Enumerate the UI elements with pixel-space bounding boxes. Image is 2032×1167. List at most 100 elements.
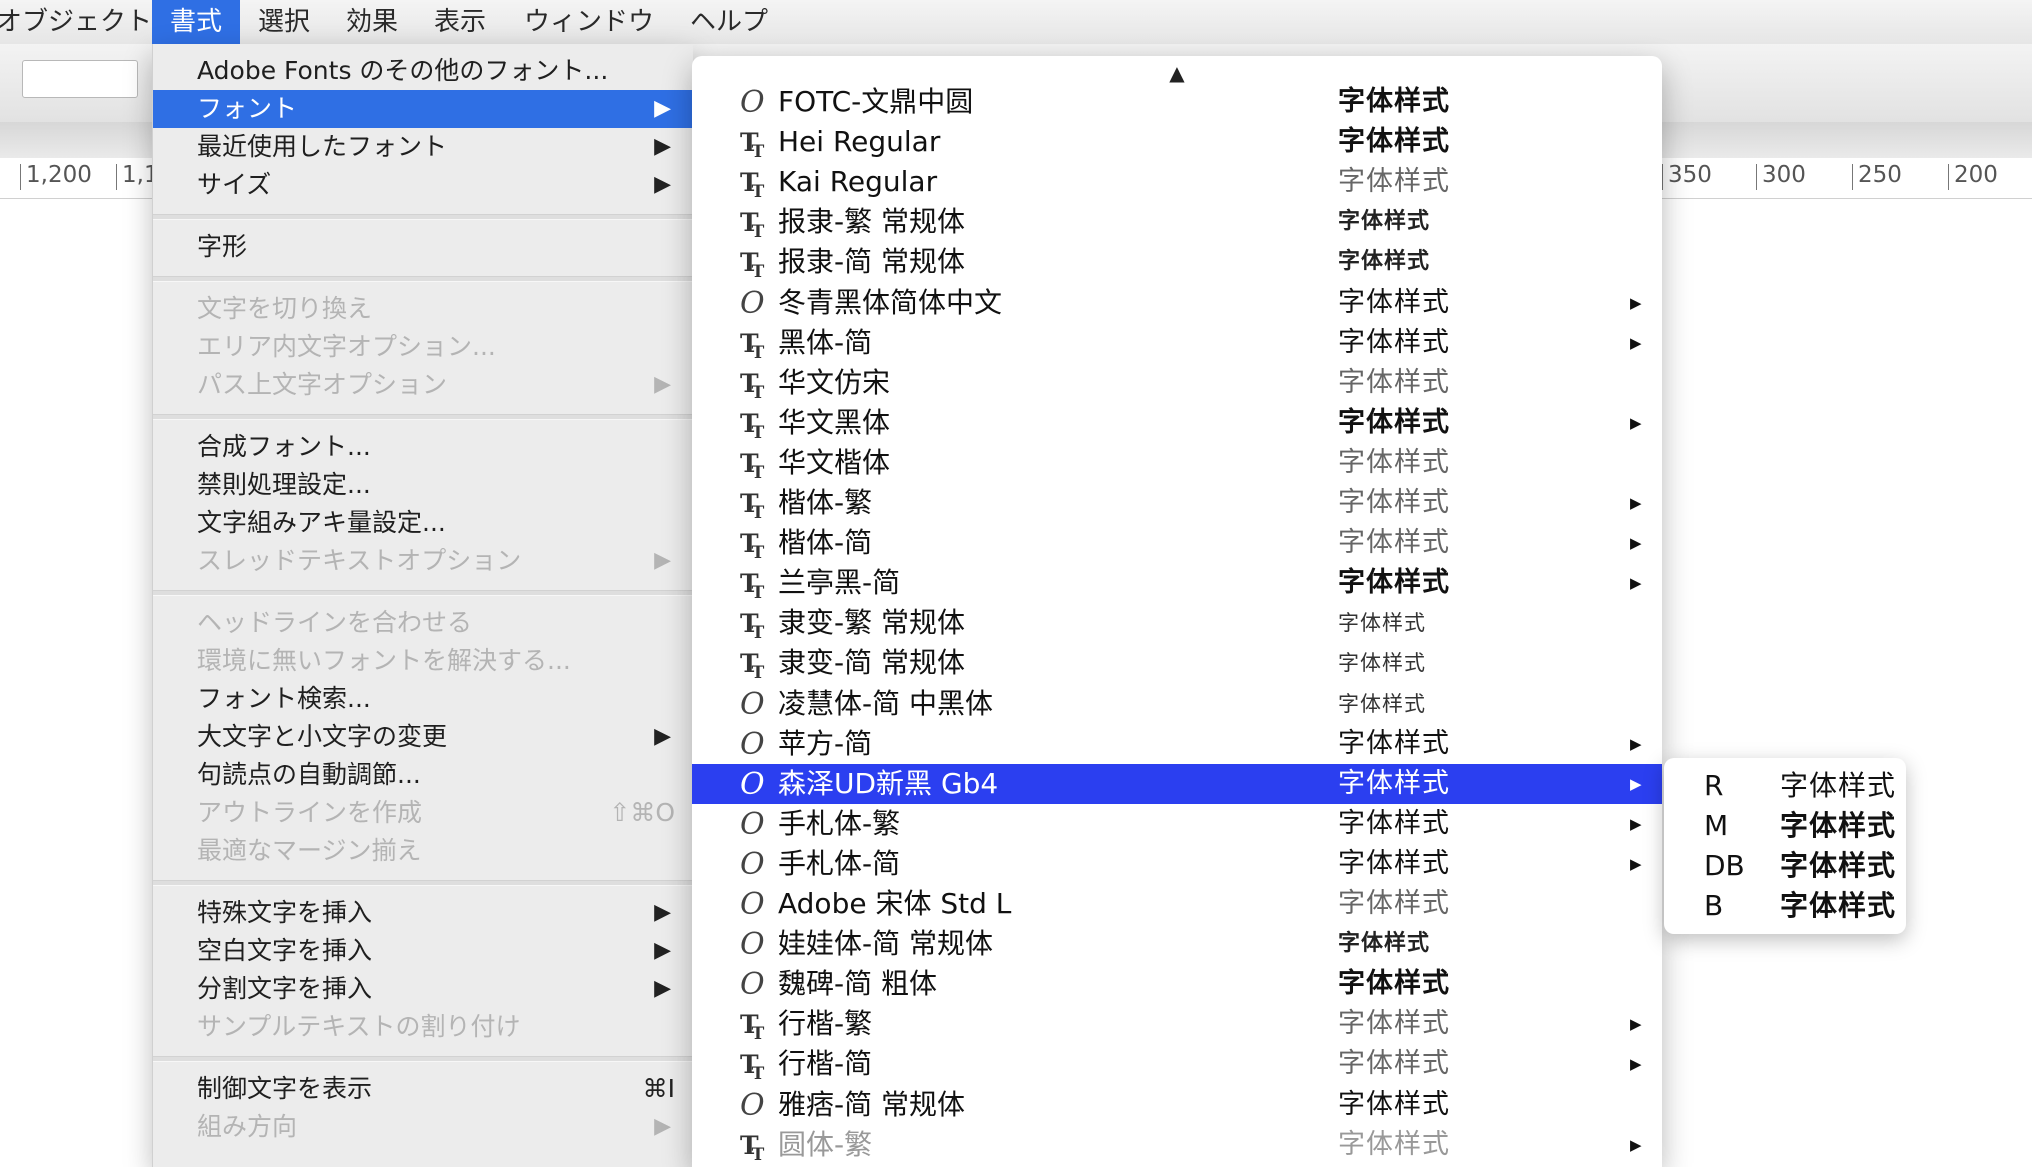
font-name: 黑体-简	[778, 325, 873, 359]
font-item[interactable]: TT 隶变-简 常规体 字体样式	[692, 643, 1662, 683]
ruler-label: 300	[1756, 162, 1806, 190]
truetype-font-icon: TT	[740, 328, 764, 363]
font-item[interactable]: TT 行楷-繁 字体样式 ▶	[692, 1004, 1662, 1044]
font-sample: 字体样式	[1338, 126, 1450, 158]
menu-item-adobe-fonts[interactable]: Adobe Fonts のその他のフォント...	[153, 52, 693, 90]
font-style-sample: 字体样式	[1780, 889, 1897, 922]
truetype-font-icon: TT	[740, 569, 764, 604]
font-item[interactable]: TT 圆体-繁 字体样式 ▶	[692, 1125, 1662, 1165]
menu-view[interactable]: 表示	[416, 0, 504, 44]
opentype-font-icon: O	[740, 967, 765, 1003]
font-sample: 字体样式	[1338, 727, 1450, 759]
menu-item-find-font[interactable]: フォント検索...	[153, 680, 693, 718]
font-item[interactable]: TT Hei Regular 字体样式	[692, 122, 1662, 162]
submenu-arrow-icon: ▶	[1630, 814, 1642, 833]
font-item[interactable]: O 雅痞-简 常规体 字体样式	[692, 1085, 1662, 1125]
submenu-arrow-icon: ▶	[1630, 333, 1642, 352]
menu-item-font[interactable]: フォント ▶	[153, 90, 693, 128]
menu-type[interactable]: 書式	[152, 0, 241, 44]
menu-item-mojikumi-settings[interactable]: 文字組みアキ量設定...	[153, 504, 693, 542]
font-item[interactable]: O 凌慧体-简 中黑体 字体样式	[692, 684, 1662, 724]
menu-item-size[interactable]: サイズ ▶	[153, 166, 693, 204]
menu-item-create-outlines: アウトラインを作成 ⇧⌘O	[153, 794, 693, 832]
menu-item-insert-whitespace[interactable]: 空白文字を挿入 ▶	[153, 932, 693, 970]
menu-item-show-hidden-characters[interactable]: 制御文字を表示 ⌘I	[153, 1070, 693, 1108]
font-item[interactable]: O 娃娃体-简 常规体 字体样式	[692, 924, 1662, 964]
font-name: 森泽UD新黑 Gb4	[778, 766, 999, 800]
font-style-sample: 字体样式	[1780, 849, 1897, 882]
truetype-font-icon: TT	[740, 529, 764, 564]
font-style-sample: 字体样式	[1780, 809, 1897, 842]
font-name: Hei Regular	[778, 125, 941, 159]
font-item[interactable]: TT 华文仿宋 字体样式	[692, 363, 1662, 403]
font-style-item[interactable]: M 字体样式	[1664, 806, 1906, 846]
font-name: 楷体-简	[778, 526, 873, 560]
font-item[interactable]: TT 华文黑体 字体样式 ▶	[692, 403, 1662, 443]
font-item[interactable]: O 魏碑-简 粗体 字体样式	[692, 964, 1662, 1004]
menu-item-glyphs[interactable]: 字形	[153, 228, 693, 266]
menu-window[interactable]: ウィンドウ	[506, 0, 672, 44]
shortcut-label: ⇧⌘O	[609, 798, 675, 827]
submenu-arrow-icon: ▶	[1630, 574, 1642, 593]
control-bar-field[interactable]	[22, 60, 138, 98]
font-name: 雅痞-简 常规体	[778, 1087, 966, 1121]
menu-separator	[153, 276, 693, 282]
font-style-item[interactable]: B 字体样式	[1664, 886, 1906, 926]
font-item[interactable]: TT Kai Regular 字体样式	[692, 162, 1662, 202]
font-name: 苹方-简	[778, 726, 873, 760]
font-sample: 字体样式	[1338, 86, 1450, 117]
menu-help[interactable]: ヘルプ	[672, 0, 786, 44]
font-name: 魏碑-简 粗体	[778, 967, 938, 1001]
menu-item-insert-break[interactable]: 分割文字を挿入 ▶	[153, 970, 693, 1008]
submenu-arrow-icon: ▶	[1630, 494, 1642, 512]
truetype-font-icon: TT	[740, 128, 764, 163]
font-item[interactable]: O 苹方-简 字体样式 ▶	[692, 724, 1662, 764]
menu-effect[interactable]: 効果	[328, 0, 416, 44]
font-item[interactable]: O 手札体-繁 字体样式 ▶	[692, 804, 1662, 844]
font-item[interactable]: TT 行楷-简 字体样式 ▶	[692, 1044, 1662, 1084]
font-name: Adobe 宋体 Std L	[778, 887, 1012, 920]
font-item[interactable]: O 手札体-简 字体样式 ▶	[692, 844, 1662, 884]
font-item[interactable]: TT 隶变-繁 常规体 字体样式	[692, 603, 1662, 643]
menu-item-composite-fonts[interactable]: 合成フォント...	[153, 428, 693, 466]
font-name: 冬青黑体简体中文	[778, 285, 1003, 319]
ruler-label: 200	[1948, 162, 1998, 190]
menu-select[interactable]: 選択	[240, 0, 328, 44]
submenu-arrow-icon: ▶	[1630, 734, 1642, 753]
font-name: 报隶-繁 常规体	[778, 205, 966, 239]
menu-separator	[153, 214, 693, 220]
font-sample: 字体样式	[1338, 406, 1450, 438]
menu-item-area-type-options: エリア内文字オプション...	[197, 332, 496, 361]
font-style-item[interactable]: DB 字体样式	[1664, 846, 1906, 886]
font-item[interactable]: O FOTC-文鼎中圆 字体样式	[692, 82, 1662, 122]
opentype-font-icon: O	[740, 726, 765, 762]
font-item[interactable]: TT 兰亭黑-简 字体样式 ▶	[692, 563, 1662, 603]
font-item[interactable]: TT 报隶-繁 常规体 字体样式	[692, 202, 1662, 242]
truetype-font-icon: TT	[740, 368, 764, 403]
opentype-font-icon: O	[740, 686, 765, 722]
font-item-selected[interactable]: O 森泽UD新黑 Gb4 字体样式 ▶	[692, 763, 1662, 804]
menu-item-change-case[interactable]: 大文字と小文字の変更 ▶	[153, 718, 693, 756]
menu-item-smart-punctuation[interactable]: 句読点の自動調節...	[153, 756, 693, 794]
menu-item-recent-fonts[interactable]: 最近使用したフォント ▶	[153, 128, 693, 166]
menu-item-insert-special-character[interactable]: 特殊文字を挿入 ▶	[153, 894, 693, 932]
font-style-name: DB	[1704, 849, 1745, 882]
menu-object[interactable]: オブジェクト	[0, 0, 170, 44]
truetype-font-icon: TT	[740, 208, 764, 243]
font-item[interactable]: TT 黑体-简 字体样式 ▶	[692, 323, 1662, 363]
menu-separator	[153, 590, 693, 596]
font-item[interactable]: TT 楷体-繁 字体样式 ▶	[692, 483, 1662, 523]
font-style-item[interactable]: R 字体样式	[1664, 766, 1906, 806]
menu-separator	[153, 1056, 693, 1062]
menu-item-threaded-text-options: スレッドテキストオプション ▶	[153, 542, 693, 580]
font-sample: 字体样式	[1338, 691, 1426, 716]
font-item[interactable]: O Adobe 宋体 Std L 字体样式	[692, 884, 1662, 924]
ruler-label: 250	[1852, 162, 1902, 190]
font-sample: 字体样式	[1338, 847, 1450, 879]
font-item[interactable]: TT 华文楷体 字体样式	[692, 443, 1662, 483]
font-name: 凌慧体-简 中黑体	[778, 686, 994, 720]
font-item[interactable]: TT 楷体-简 字体样式 ▶	[692, 523, 1662, 563]
font-item[interactable]: O 冬青黑体简体中文 字体样式 ▶	[692, 283, 1662, 323]
menu-item-kinsoku-settings[interactable]: 禁則処理設定...	[153, 466, 693, 504]
font-item[interactable]: TT 报隶-简 常规体 字体样式	[692, 242, 1662, 282]
